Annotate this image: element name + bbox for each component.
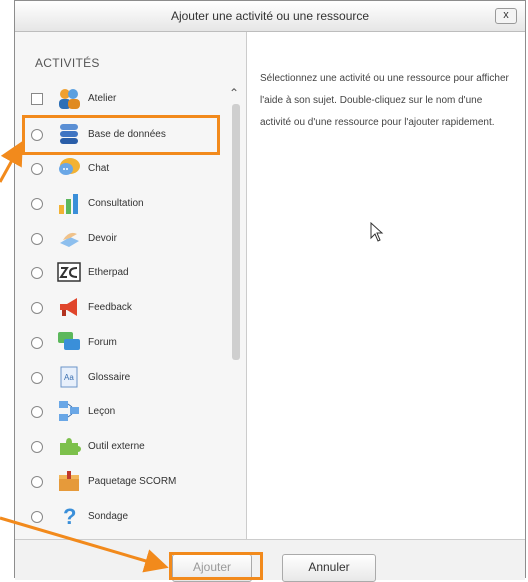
activity-item-lecon[interactable]: Leçon [21, 397, 231, 427]
item-radio[interactable] [31, 302, 43, 314]
question-icon: ? [57, 504, 81, 529]
activity-item-paquetage-scorm[interactable]: Paquetage SCORM [21, 467, 231, 497]
svg-text:Aa: Aa [64, 373, 74, 382]
help-text: Sélectionnez une activité ou une ressour… [260, 73, 509, 128]
item-radio[interactable] [31, 267, 43, 279]
item-radio[interactable] [31, 337, 43, 349]
activity-label: Devoir [88, 233, 117, 244]
item-radio[interactable] [31, 372, 43, 384]
chevron-up-icon[interactable]: ⌃ [229, 86, 239, 100]
activity-item-consultation[interactable]: Consultation [21, 189, 231, 219]
list-scrollbar[interactable]: ⌃ ⌄ [229, 80, 243, 560]
item-radio[interactable] [31, 406, 43, 418]
chat-icon [57, 156, 81, 180]
activity-label: Consultation [88, 198, 144, 209]
activity-chooser-dialog: Ajouter une activité ou une ressource x … [14, 0, 526, 582]
etherpad-icon [57, 260, 81, 284]
scorm-package-icon [57, 469, 81, 493]
activity-label: Chat [88, 163, 110, 174]
dialog-titlebar: Ajouter une activité ou une ressource x [15, 1, 525, 32]
item-radio[interactable] [31, 441, 43, 453]
activity-label: Paquetage SCORM [88, 476, 177, 487]
activities-heading: ACTIVITÉS [35, 56, 100, 70]
activity-label: Leçon [88, 406, 116, 417]
activity-item-etherpad[interactable]: Etherpad [21, 258, 231, 288]
activity-label: Glossaire [88, 372, 131, 383]
activity-item-forum[interactable]: Forum [21, 328, 231, 358]
activity-item-feedback[interactable]: Feedback [21, 293, 231, 323]
item-checkbox[interactable] [31, 93, 43, 105]
item-radio[interactable] [31, 233, 43, 245]
activity-item-sondage[interactable]: ? Sondage [21, 502, 231, 532]
scrollbar-thumb[interactable] [232, 104, 240, 360]
puzzle-icon [57, 434, 81, 458]
svg-text:?: ? [63, 504, 76, 528]
activity-item-chat[interactable]: Chat [21, 154, 231, 184]
highlight-box-add-button [169, 552, 263, 580]
activity-item-atelier[interactable]: Atelier [21, 84, 231, 114]
mouse-pointer-icon [370, 221, 384, 247]
highlight-box-database [22, 115, 220, 155]
activity-label: Outil externe [88, 441, 145, 452]
workshop-icon [57, 86, 81, 110]
help-panel: Sélectionnez une activité ou une ressour… [247, 32, 525, 539]
item-radio[interactable] [31, 163, 43, 175]
activity-label: Feedback [88, 302, 132, 313]
assignment-icon [57, 226, 81, 250]
close-button[interactable]: x [495, 8, 517, 24]
item-radio[interactable] [31, 198, 43, 210]
activity-item-devoir[interactable]: Devoir [21, 224, 231, 254]
activity-label: Forum [88, 337, 117, 348]
item-radio[interactable] [31, 511, 43, 523]
activities-list-panel: ACTIVITÉS Atelier Base de données Chat C… [15, 32, 247, 560]
dialog-title: Ajouter une activité ou une ressource [170, 9, 370, 23]
megaphone-icon [57, 295, 81, 319]
dialog-footer: Ajouter Annuler [15, 539, 525, 582]
cancel-button[interactable]: Annuler [282, 554, 376, 582]
activity-item-outil-externe[interactable]: Outil externe [21, 432, 231, 462]
activity-label: Atelier [88, 93, 117, 104]
activity-item-glossaire[interactable]: Aa Glossaire [21, 363, 231, 393]
activity-label: Etherpad [88, 267, 129, 278]
poll-chart-icon [57, 191, 81, 215]
lesson-icon [57, 399, 81, 423]
item-radio[interactable] [31, 476, 43, 488]
activity-label: Sondage [88, 511, 129, 522]
forum-icon [57, 330, 81, 354]
glossary-icon: Aa [57, 365, 81, 389]
